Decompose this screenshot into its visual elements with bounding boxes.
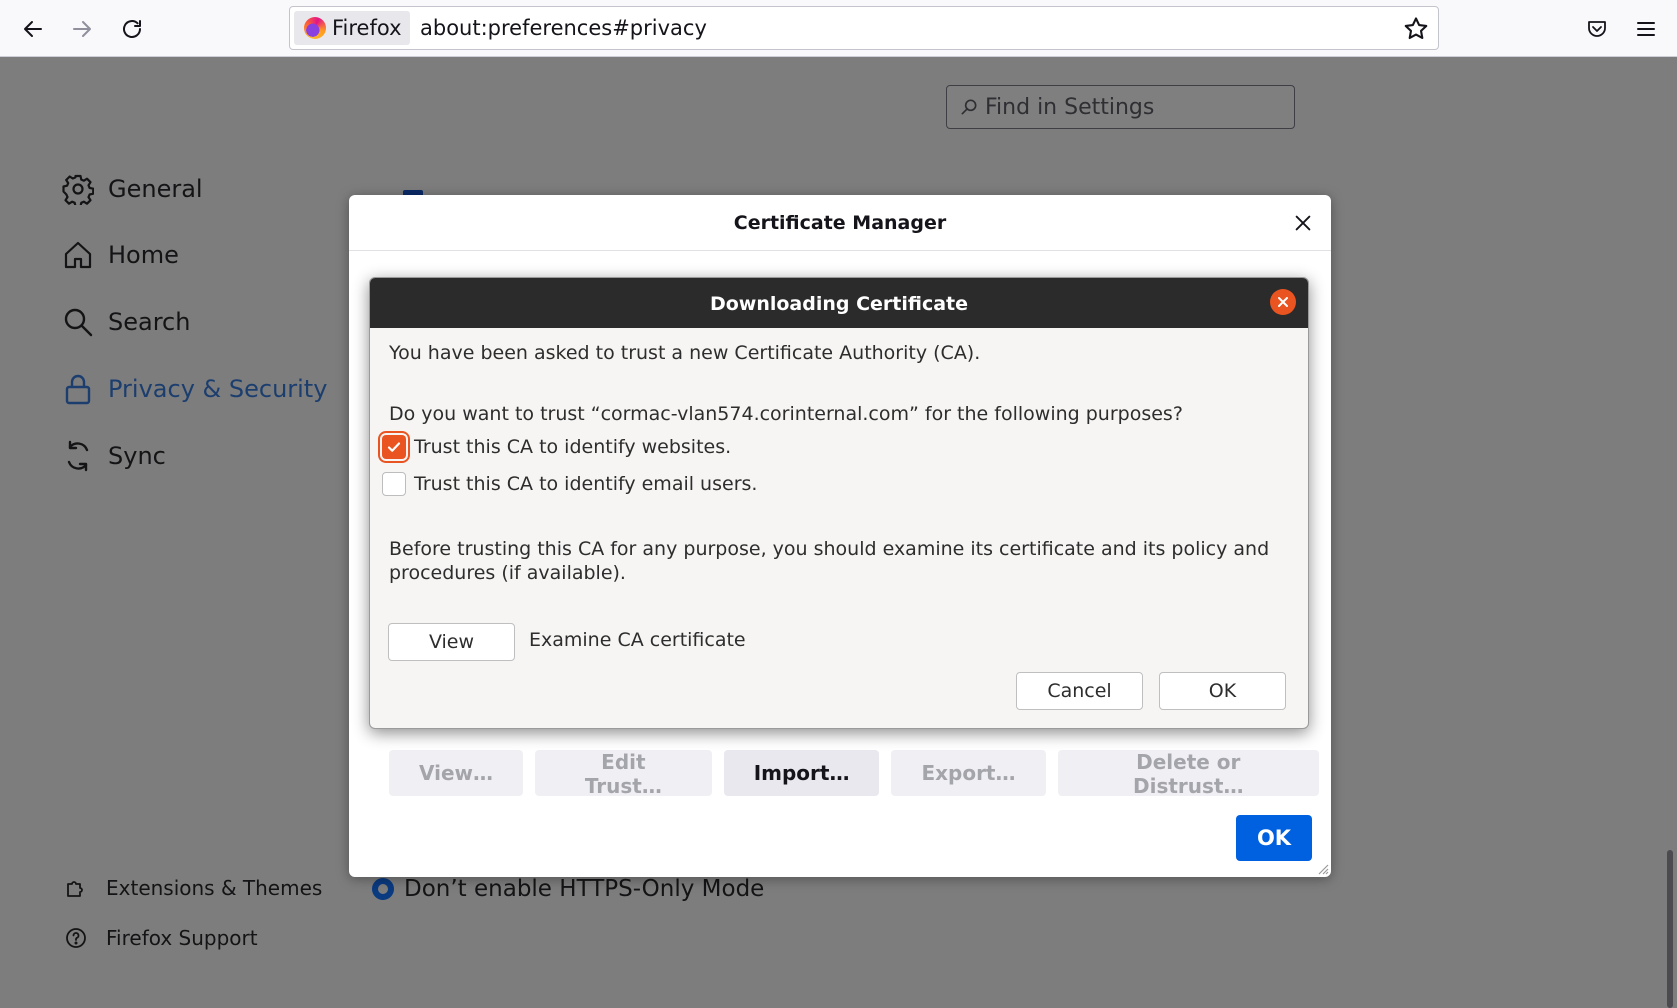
- puzzle-icon: [67, 881, 83, 897]
- downloading-certificate-header: Downloading Certificate: [370, 278, 1308, 328]
- bookmark-star-icon[interactable]: [1402, 15, 1430, 43]
- site-identity-button[interactable]: Firefox: [294, 11, 410, 45]
- downloading-certificate-dialog: Downloading Certificate You have been as…: [369, 277, 1309, 729]
- https-only-radio[interactable]: [372, 878, 394, 900]
- certificate-manager-ok-button[interactable]: OK: [1236, 815, 1312, 861]
- nav-sync[interactable]: Sync: [62, 436, 166, 476]
- find-in-settings[interactable]: [946, 85, 1295, 129]
- view-certificate-button[interactable]: View…: [389, 750, 524, 796]
- pocket-icon[interactable]: [1577, 9, 1617, 49]
- trust-websites-checkbox[interactable]: [382, 435, 406, 459]
- delete-distrust-button[interactable]: Delete or Distrust…: [1057, 750, 1319, 798]
- import-button[interactable]: Import…: [723, 750, 880, 796]
- back-icon[interactable]: [13, 9, 53, 49]
- nav-home[interactable]: Home: [62, 235, 179, 275]
- nav-firefox-support[interactable]: Firefox Support: [64, 926, 258, 950]
- nav-extensions-label: Extensions & Themes: [106, 876, 323, 900]
- nav-privacy-security[interactable]: Privacy & Security: [62, 369, 327, 409]
- url-text[interactable]: about:preferences#privacy: [420, 16, 707, 40]
- intro-text: You have been asked to trust a new Certi…: [389, 342, 981, 364]
- trust-email-option[interactable]: Trust this CA to identify email users.: [382, 472, 757, 496]
- forward-icon[interactable]: [62, 9, 102, 49]
- certificate-manager-header: Certificate Manager: [349, 195, 1331, 251]
- nav-home-label: Home: [108, 241, 179, 269]
- nav-support-label: Firefox Support: [106, 926, 258, 950]
- search-icon: [961, 99, 977, 115]
- cancel-button[interactable]: Cancel: [1016, 672, 1143, 710]
- certificate-actions: View… Edit Trust… Import… Export… Delete…: [389, 750, 1331, 798]
- nav-search-label: Search: [108, 308, 191, 336]
- advice-text-line-1: Before trusting this CA for any purpose,…: [389, 538, 1270, 560]
- nav-privacy-label: Privacy & Security: [108, 375, 328, 403]
- reload-icon[interactable]: [112, 9, 152, 49]
- lock-icon: [65, 374, 91, 405]
- gear-icon: [62, 174, 94, 205]
- find-in-settings-input[interactable]: [985, 94, 1275, 120]
- nav-general[interactable]: General: [62, 169, 203, 209]
- nav-extensions-themes[interactable]: Extensions & Themes: [64, 876, 322, 900]
- resize-grip-icon[interactable]: [1315, 861, 1329, 875]
- firefox-logo-icon: [304, 17, 326, 39]
- certificate-manager-title: Certificate Manager: [733, 212, 947, 234]
- close-icon[interactable]: [1270, 289, 1296, 315]
- help-icon: [66, 928, 86, 948]
- https-only-radio-label: Don’t enable HTTPS-Only Mode: [404, 876, 765, 902]
- page-scrollbar[interactable]: [1667, 850, 1673, 1008]
- url-bar[interactable]: Firefox about:preferences#privacy: [289, 6, 1439, 50]
- https-only-disable-option[interactable]: Don’t enable HTTPS-Only Mode: [372, 876, 764, 902]
- nav-general-label: General: [108, 175, 203, 203]
- close-icon[interactable]: [1287, 207, 1319, 239]
- sync-icon: [67, 440, 89, 472]
- identity-label: Firefox: [332, 16, 402, 40]
- view-caption: Examine CA certificate: [529, 629, 746, 651]
- export-button[interactable]: Export…: [891, 750, 1046, 796]
- search-icon: [64, 308, 93, 337]
- trust-email-label: Trust this CA to identify email users.: [414, 473, 758, 495]
- ok-button[interactable]: OK: [1159, 672, 1286, 710]
- nav-sync-label: Sync: [108, 442, 166, 470]
- menu-icon[interactable]: [1626, 9, 1666, 49]
- browser-toolbar: Firefox about:preferences#privacy: [0, 0, 1677, 57]
- trust-email-checkbox[interactable]: [382, 472, 406, 496]
- downloading-certificate-title: Downloading Certificate: [709, 293, 969, 315]
- trust-websites-label: Trust this CA to identify websites.: [414, 436, 732, 458]
- trust-websites-option[interactable]: Trust this CA to identify websites.: [382, 435, 731, 459]
- trust-question: Do you want to trust “cormac-vlan574.cor…: [389, 403, 1183, 425]
- edit-trust-button[interactable]: Edit Trust…: [535, 750, 712, 798]
- view-ca-certificate-button[interactable]: View: [388, 623, 515, 661]
- advice-text-line-2: procedures (if available).: [389, 562, 626, 584]
- home-icon: [64, 241, 92, 269]
- nav-search[interactable]: Search: [62, 302, 190, 342]
- checkmark-icon: [387, 442, 401, 452]
